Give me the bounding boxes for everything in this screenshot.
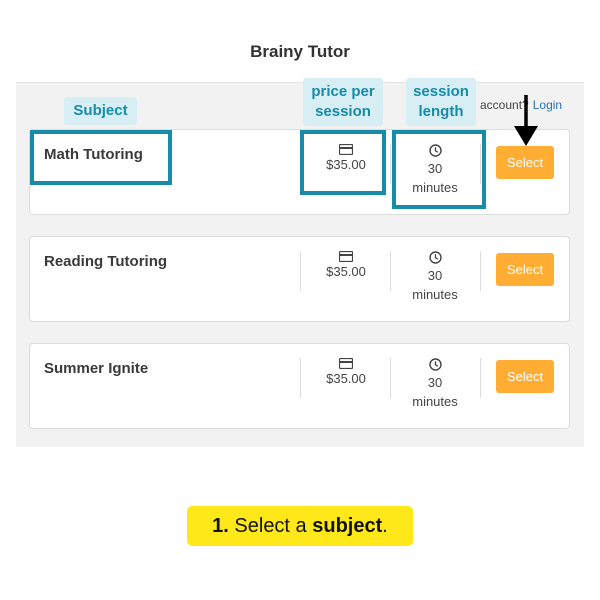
price-tag-line2: session [315, 103, 371, 120]
credit-card-icon [339, 358, 353, 369]
subject-tag: Subject [64, 97, 137, 125]
down-arrow-icon [514, 95, 538, 146]
select-button[interactable]: Select [496, 360, 554, 393]
service-name: Summer Ignite [44, 360, 149, 377]
clock-icon [428, 358, 442, 371]
duration-unit: minutes [412, 287, 458, 302]
price-per-session-tag: price per session [303, 78, 383, 126]
service-price: $35.00 [326, 264, 366, 279]
divider [300, 251, 301, 291]
duration-info: 30 minutes [396, 251, 474, 304]
divider [390, 358, 391, 398]
length-tag-line1: session [413, 83, 469, 100]
instruction-text: Select a [234, 515, 307, 537]
service-price: $35.00 [326, 371, 366, 386]
session-length-tag: session length [406, 78, 476, 126]
duration-value: 30 [427, 375, 443, 390]
app-title: Brainy Tutor [250, 42, 350, 61]
instruction-banner: 1. Select a subject. [187, 506, 413, 546]
service-card-summer: Summer Ignite $35.00 30 minutes Select [29, 343, 570, 429]
length-tag-line2: length [418, 103, 464, 120]
price-info: $35.00 [306, 251, 386, 279]
divider [300, 358, 301, 398]
duration-info: 30 minutes [396, 358, 474, 411]
divider [390, 251, 391, 291]
divider [480, 358, 481, 398]
price-highlight-box [300, 130, 386, 195]
subject-highlight-box [30, 130, 172, 185]
duration-value: 30 [427, 268, 443, 283]
service-name: Reading Tutoring [44, 253, 168, 270]
instruction-step: 1. [212, 515, 229, 537]
divider [480, 251, 481, 291]
duration-unit: minutes [412, 394, 458, 409]
price-info: $35.00 [306, 358, 386, 386]
instruction-bold: subject [312, 515, 383, 537]
select-button[interactable]: Select [496, 253, 554, 286]
clock-icon [428, 251, 442, 264]
service-card-reading: Reading Tutoring $35.00 30 minutes Selec… [29, 236, 570, 322]
instruction-punct: . [382, 515, 388, 537]
divider [390, 144, 391, 184]
credit-card-icon [339, 251, 353, 262]
price-tag-line1: price per [311, 83, 375, 100]
select-button[interactable]: Select [496, 146, 554, 179]
length-highlight-box [392, 130, 486, 209]
